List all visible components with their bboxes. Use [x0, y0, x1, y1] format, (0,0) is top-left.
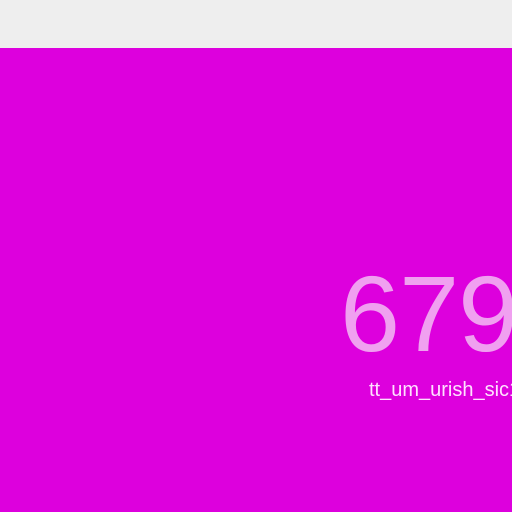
counter-value: 679 — [340, 253, 512, 374]
top-bar — [0, 0, 512, 48]
app-screen: 679 tt_um_urish_sic1 — [0, 0, 512, 512]
design-label: tt_um_urish_sic1 — [369, 379, 512, 401]
main-content: 679 tt_um_urish_sic1 — [0, 48, 512, 512]
